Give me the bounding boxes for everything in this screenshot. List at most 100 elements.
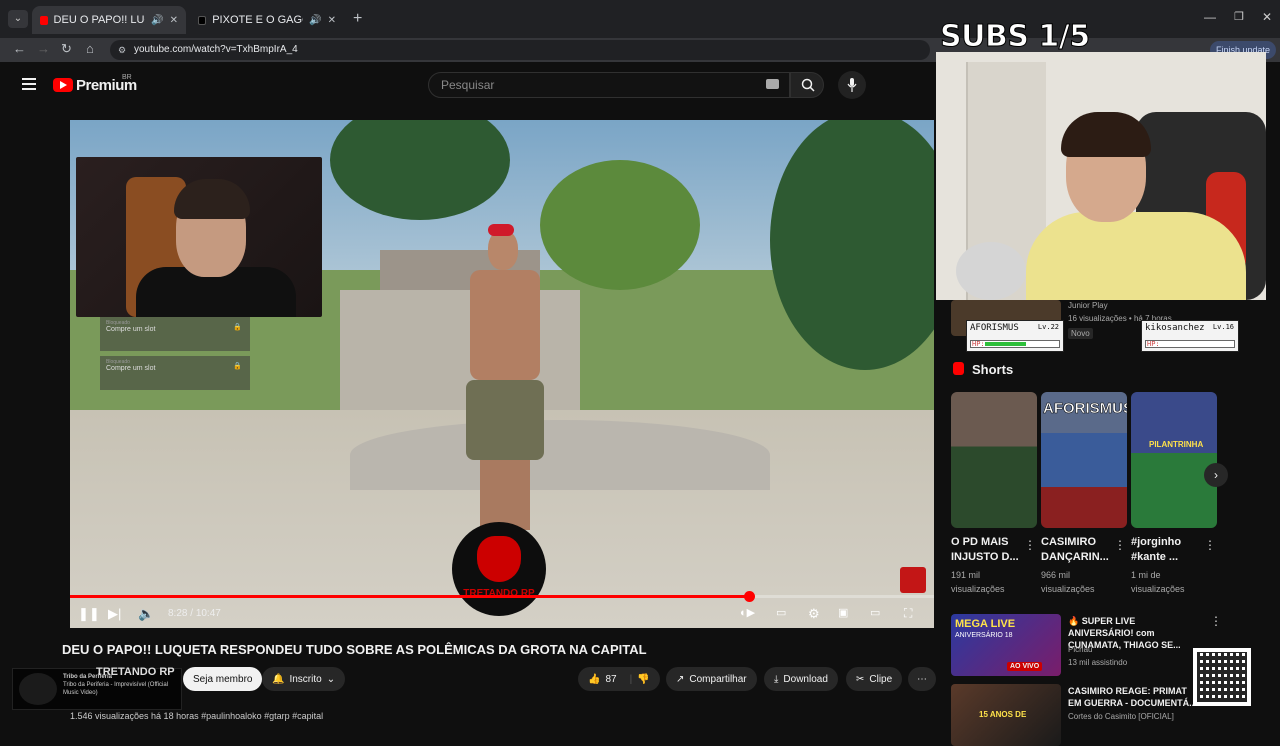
theater-mode-icon[interactable]: ▭ [870,606,880,619]
keyboard-icon[interactable] [766,79,779,89]
url-text: youtube.com/watch?v=TxhBmpIrA_4 [134,44,298,55]
subtitles-icon[interactable]: ▭ [776,606,786,619]
new-badge: Novo [1068,328,1093,339]
streamer-webcam-right [936,52,1266,300]
short-thumbnail[interactable]: PILANTRINHA [1131,392,1217,528]
time-display: 8:28 / 10:47 [168,608,221,619]
short-title[interactable]: #jorginho #kante ... [1131,535,1203,565]
search-button[interactable] [790,72,824,98]
reload-icon[interactable]: ↻ [61,41,72,57]
shorts-icon [953,362,964,375]
site-info-icon[interactable]: ⚙ [118,40,126,60]
like-icon[interactable]: 👍 [588,674,600,685]
channel-watermark-icon[interactable] [900,567,926,593]
locked-slot: Bloqueado Compre um slot 🔒 [100,317,250,351]
tiktok-favicon-icon [198,15,207,25]
next-video-icon[interactable]: ▶| [108,606,121,622]
tree-foliage [540,160,700,290]
player-name: kikosanchez [1145,323,1205,333]
rec-channel[interactable]: Pichau [1068,645,1092,654]
microphone-icon [847,78,857,92]
browser-tab[interactable]: PIXOTE E O GAGO LUQUET 🔊 ✕ [190,6,344,34]
subscribed-button[interactable]: 🔔 Inscrito ⌄ [262,667,346,691]
short-thumbnail[interactable]: AFORISMUS! [1041,392,1127,528]
short-views: 191 mil visualizações [951,570,1005,594]
browser-tab-active[interactable]: DEU O PAPO!! LUQUETA RE 🔊 ✕ [32,6,186,34]
search-placeholder: Pesquisar [441,78,495,92]
autoplay-toggle-icon[interactable]: ◐▶ [740,606,755,619]
miniplayer-icon[interactable]: ▣ [838,606,848,619]
short-title[interactable]: O PD MAIS INJUSTO D... [951,535,1023,565]
like-count[interactable]: 87 [605,674,616,685]
close-tab-icon[interactable]: ✕ [328,15,336,26]
scene-rocks [350,420,770,490]
settings-gear-icon[interactable]: ⚙ [808,606,820,622]
share-icon: ↗ [676,673,685,685]
player-name: AFORISMUS [970,323,1019,333]
close-tab-icon[interactable]: ✕ [170,15,178,26]
player-hp-card: kikosanchez Lv.16 HP: [1141,320,1239,352]
fullscreen-icon[interactable]: ⛶ [904,606,912,621]
thumb-text: MEGA LIVE [955,618,1016,630]
recommendation-thumbnail[interactable]: 15 ANOS DE [951,684,1061,746]
time-total: 10:47 [195,608,221,619]
subs-counter: SUBS 1/5 [940,19,1091,55]
recommendation-thumbnail[interactable]: MEGA LIVE ANIVERSÁRIO 18 AO VIVO [951,614,1061,676]
more-actions-button[interactable]: ⋯ [908,667,936,691]
bell-icon: 🔔 [272,673,285,685]
progress-fill [70,595,750,598]
download-icon: ⤓ [774,673,779,685]
video-player[interactable]: Bloqueado Compre um slot 🔒 Bloqueado Com… [70,120,934,628]
speaker-icon[interactable]: 🔊 [309,15,321,26]
speaker-icon[interactable]: 🔊 [151,15,163,26]
search-input[interactable]: Pesquisar [428,72,790,98]
new-tab-button[interactable]: + [353,10,362,28]
short-thumb-text: AFORISMUS! [1043,400,1127,418]
tab-title: PIXOTE E O GAGO LUQUET [212,14,303,26]
short-thumbnail[interactable] [951,392,1037,528]
youtube-logo-icon[interactable] [53,78,73,92]
url-input[interactable]: ⚙ youtube.com/watch?v=TxhBmpIrA_4 [110,40,930,60]
more-options-icon[interactable]: ⋮ [1204,538,1216,552]
player-level: Lv.22 [1037,323,1059,331]
back-arrow-icon[interactable]: ← [13,41,26,56]
hand-icon [477,536,521,582]
more-options-icon[interactable]: ⋮ [1114,538,1126,552]
restore-window-button[interactable]: ❐ [1234,10,1244,23]
volume-icon[interactable]: 🔈 [138,606,154,622]
dislike-icon[interactable]: 👎 [637,674,649,685]
tab-title: DEU O PAPO!! LUQUETA RE [53,14,146,26]
shorts-heading: Shorts [972,362,1014,377]
more-options-icon[interactable]: ⋮ [1024,538,1036,552]
streamer-webcam [76,157,322,317]
close-window-button[interactable]: ✕ [1262,10,1272,24]
search-icon [801,78,815,92]
thumb-text: 15 ANOS DE [979,710,1027,719]
join-button[interactable]: Seja membro [183,667,263,691]
pause-icon[interactable]: ❚❚ [78,606,100,622]
rec-channel[interactable]: Junior Play [1068,301,1108,310]
rec-title[interactable]: CASIMIRO REAGE: PRIMAT EM GUERRA - DOCUM… [1068,685,1200,709]
minimize-window-button[interactable]: — [1204,10,1216,24]
short-thumb-text: PILANTRINHA [1149,440,1204,449]
chevron-right-icon[interactable]: › [1204,463,1228,487]
music-label-logo [19,673,57,705]
microphone-icon [956,242,1026,300]
lock-icon: 🔒 [233,324,242,331]
share-button[interactable]: ↗ Compartilhar [666,667,757,691]
lock-icon: 🔒 [233,363,242,370]
like-dislike-group: 👍 87 | 👎 [578,667,660,691]
scissors-icon: ✂ [856,673,865,685]
clip-button[interactable]: ✂ Clipe [846,667,903,691]
player-controls: ❚❚ ▶| 🔈 8:28 / 10:47 ◐▶ ▭ ⚙ ▣ ▭ ⛶ [70,602,934,628]
home-icon[interactable]: ⌂ [86,41,94,56]
download-button[interactable]: ⤓ Download [764,667,838,691]
video-title: DEU O PAPO!! LUQUETA RESPONDEU TUDO SOBR… [62,642,647,657]
channel-name[interactable]: TRETANDO RP [96,666,175,678]
forward-arrow-icon[interactable]: → [37,41,50,56]
short-title[interactable]: CASIMIRO DANÇARIN... [1041,535,1113,565]
menu-icon[interactable] [22,78,36,93]
more-options-icon[interactable]: ⋮ [1210,614,1222,628]
voice-search-button[interactable] [838,71,866,99]
tab-search-button[interactable]: ⌄ [8,10,28,28]
